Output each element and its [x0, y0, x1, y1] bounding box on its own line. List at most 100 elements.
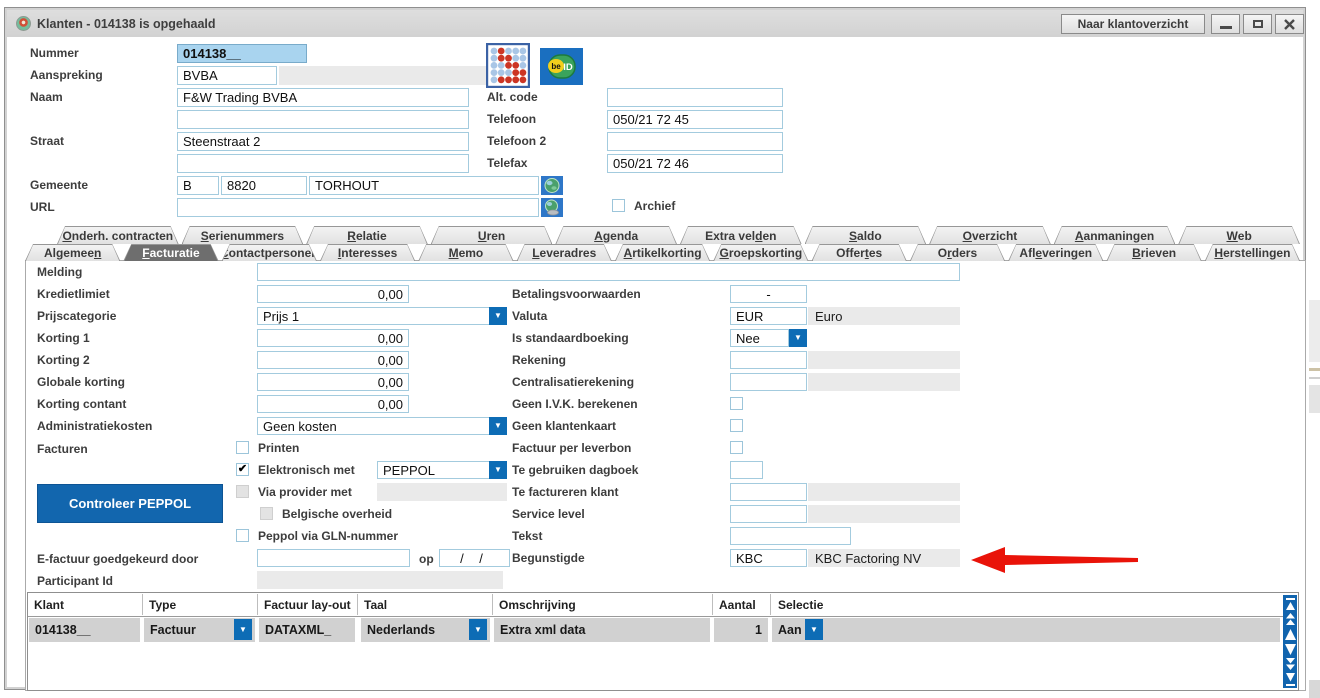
- tab-artikelkorting[interactable]: Artikelkorting: [615, 244, 710, 261]
- tab-memo[interactable]: Memo: [418, 244, 513, 261]
- elektronisch-met-checkbox[interactable]: ✔: [236, 463, 249, 476]
- tab-onderh-contracten[interactable]: Onderh. contracten: [57, 226, 179, 244]
- tab-agenda[interactable]: Agenda: [555, 226, 677, 244]
- peppol-gln-checkbox[interactable]: [236, 529, 249, 542]
- korting-contant-field[interactable]: 0,00: [257, 395, 409, 413]
- taal-dropdown-button[interactable]: ▼: [469, 619, 487, 640]
- titlebar[interactable]: Klanten - 014138 is opgehaald Naar klant…: [7, 10, 1303, 37]
- naam-field[interactable]: F&W Trading BVBA: [177, 88, 469, 107]
- naar-klantoverzicht-button[interactable]: Naar klantoverzicht: [1061, 14, 1205, 34]
- globale-korting-field[interactable]: 0,00: [257, 373, 409, 391]
- tekst-field[interactable]: [730, 527, 851, 545]
- alt-code-field[interactable]: [607, 88, 783, 107]
- tab-herstellingen[interactable]: Herstellingen: [1205, 244, 1300, 261]
- archief-checkbox[interactable]: [612, 199, 625, 212]
- page-up-icon[interactable]: [1284, 612, 1297, 626]
- valuta-code-field[interactable]: EUR: [730, 307, 807, 325]
- row-up-icon[interactable]: [1284, 627, 1297, 641]
- efactuur-goedgekeurd-field[interactable]: [257, 549, 410, 567]
- tab-overzicht[interactable]: Overzicht: [929, 226, 1051, 244]
- tab-algemeen[interactable]: Algemeen: [25, 244, 120, 261]
- tab-web[interactable]: Web: [1178, 226, 1300, 244]
- column-separator: [712, 594, 713, 615]
- geen-klantenkaart-checkbox[interactable]: [730, 419, 743, 432]
- tab-groepskorting[interactable]: Groepskorting: [713, 244, 808, 261]
- maximize-button[interactable]: [1243, 14, 1272, 34]
- tab-afleveringen[interactable]: Afleveringen: [1008, 244, 1103, 261]
- row-cell-omschrijving[interactable]: Extra xml data: [494, 618, 710, 642]
- betalingsvoorwaarden-field[interactable]: -: [730, 285, 807, 303]
- type-dropdown-button[interactable]: ▼: [234, 619, 252, 640]
- straat-field[interactable]: Steenstraat 2: [177, 132, 469, 151]
- tab-orders[interactable]: Orders: [910, 244, 1005, 261]
- beid-icon[interactable]: be ID: [540, 48, 583, 85]
- elektronisch-met-dropdown-button[interactable]: ▼: [489, 461, 507, 479]
- telefoon-field[interactable]: 050/21 72 45: [607, 110, 783, 129]
- administratiekosten-field[interactable]: Geen kosten: [257, 417, 490, 435]
- gemeente-postcode-field[interactable]: 8820: [221, 176, 307, 195]
- row-cell-klant[interactable]: 014138__: [29, 618, 140, 642]
- tab-serienummers[interactable]: Serienummers: [182, 226, 304, 244]
- close-button[interactable]: [1275, 14, 1304, 34]
- prijscategorie-field[interactable]: Prijs 1: [257, 307, 490, 325]
- prijscategorie-dropdown-button[interactable]: ▼: [489, 307, 507, 325]
- tab-leveradres[interactable]: Leveradres: [517, 244, 612, 261]
- page-down-icon[interactable]: [1284, 657, 1297, 671]
- valuta-label: Valuta: [512, 310, 547, 323]
- row-cell-layout[interactable]: DATAXML_: [259, 618, 355, 642]
- aanspreking-field[interactable]: BVBA: [177, 66, 277, 85]
- go-last-icon[interactable]: [1284, 672, 1297, 686]
- geen-ivk-label: Geen I.V.K. berekenen: [512, 398, 638, 411]
- te-gebruiken-dagboek-field[interactable]: [730, 461, 763, 479]
- kredietlimiet-field[interactable]: 0,00: [257, 285, 409, 303]
- row-cell-aantal[interactable]: 1: [714, 618, 768, 642]
- geen-ivk-checkbox[interactable]: [730, 397, 743, 410]
- is-standaardboeking-dropdown-button[interactable]: ▼: [789, 329, 807, 347]
- column-separator: [492, 594, 493, 615]
- row-down-icon[interactable]: [1284, 642, 1297, 656]
- globe-link-icon[interactable]: [541, 198, 563, 217]
- rekening-field[interactable]: [730, 351, 807, 369]
- efactuur-datum-field[interactable]: / /: [439, 549, 510, 567]
- tab-aanmaningen[interactable]: Aanmaningen: [1054, 226, 1176, 244]
- naam2-field[interactable]: [177, 110, 469, 129]
- centralisatierekening-field[interactable]: [730, 373, 807, 391]
- row-cell-selectie[interactable]: Aan: [772, 618, 1280, 642]
- gemeente-landcode-field[interactable]: B: [177, 176, 219, 195]
- tab-uren[interactable]: Uren: [431, 226, 553, 244]
- straat2-field[interactable]: [177, 154, 469, 173]
- url-field[interactable]: [177, 198, 539, 217]
- tab-label: Orders: [911, 245, 1004, 261]
- dots-grid-icon[interactable]: [486, 43, 530, 88]
- selectie-dropdown-button[interactable]: ▼: [805, 619, 823, 640]
- korting1-field[interactable]: 0,00: [257, 329, 409, 347]
- controleer-peppol-button[interactable]: Controleer PEPPOL: [37, 484, 223, 523]
- factuur-per-leverbon-checkbox[interactable]: [730, 441, 743, 454]
- tab-contactpersonen[interactable]: Contactpersonen: [222, 244, 317, 261]
- telefoon2-field[interactable]: [607, 132, 783, 151]
- tab-offertes[interactable]: Offertes: [812, 244, 907, 261]
- tab-saldo[interactable]: Saldo: [805, 226, 927, 244]
- service-level-field[interactable]: [730, 505, 807, 523]
- tab-extra-velden[interactable]: Extra velden: [680, 226, 802, 244]
- korting2-field[interactable]: 0,00: [257, 351, 409, 369]
- globe-icon[interactable]: [541, 176, 563, 195]
- tab-interesses[interactable]: Interesses: [320, 244, 415, 261]
- tab-label: Groepskorting: [714, 245, 807, 261]
- melding-field[interactable]: [257, 263, 960, 281]
- begunstigde-code-field[interactable]: KBC: [730, 549, 807, 567]
- telefax-field[interactable]: 050/21 72 46: [607, 154, 783, 173]
- printen-checkbox[interactable]: [236, 441, 249, 454]
- tab-brieven[interactable]: Brieven: [1106, 244, 1201, 261]
- gemeente-plaats-field[interactable]: TORHOUT: [309, 176, 539, 195]
- tab-facturatie[interactable]: Facturatie: [123, 244, 218, 261]
- administratiekosten-dropdown-button[interactable]: ▼: [489, 417, 507, 435]
- nummer-field[interactable]: 014138__: [177, 44, 307, 63]
- tab-relatie[interactable]: Relatie: [306, 226, 428, 244]
- tab-label: Offertes: [813, 245, 906, 261]
- is-standaardboeking-field[interactable]: Nee: [730, 329, 789, 347]
- minimize-button[interactable]: [1211, 14, 1240, 34]
- elektronisch-met-field[interactable]: PEPPOL: [377, 461, 490, 479]
- te-factureren-klant-field[interactable]: [730, 483, 807, 501]
- go-first-icon[interactable]: [1284, 597, 1297, 611]
